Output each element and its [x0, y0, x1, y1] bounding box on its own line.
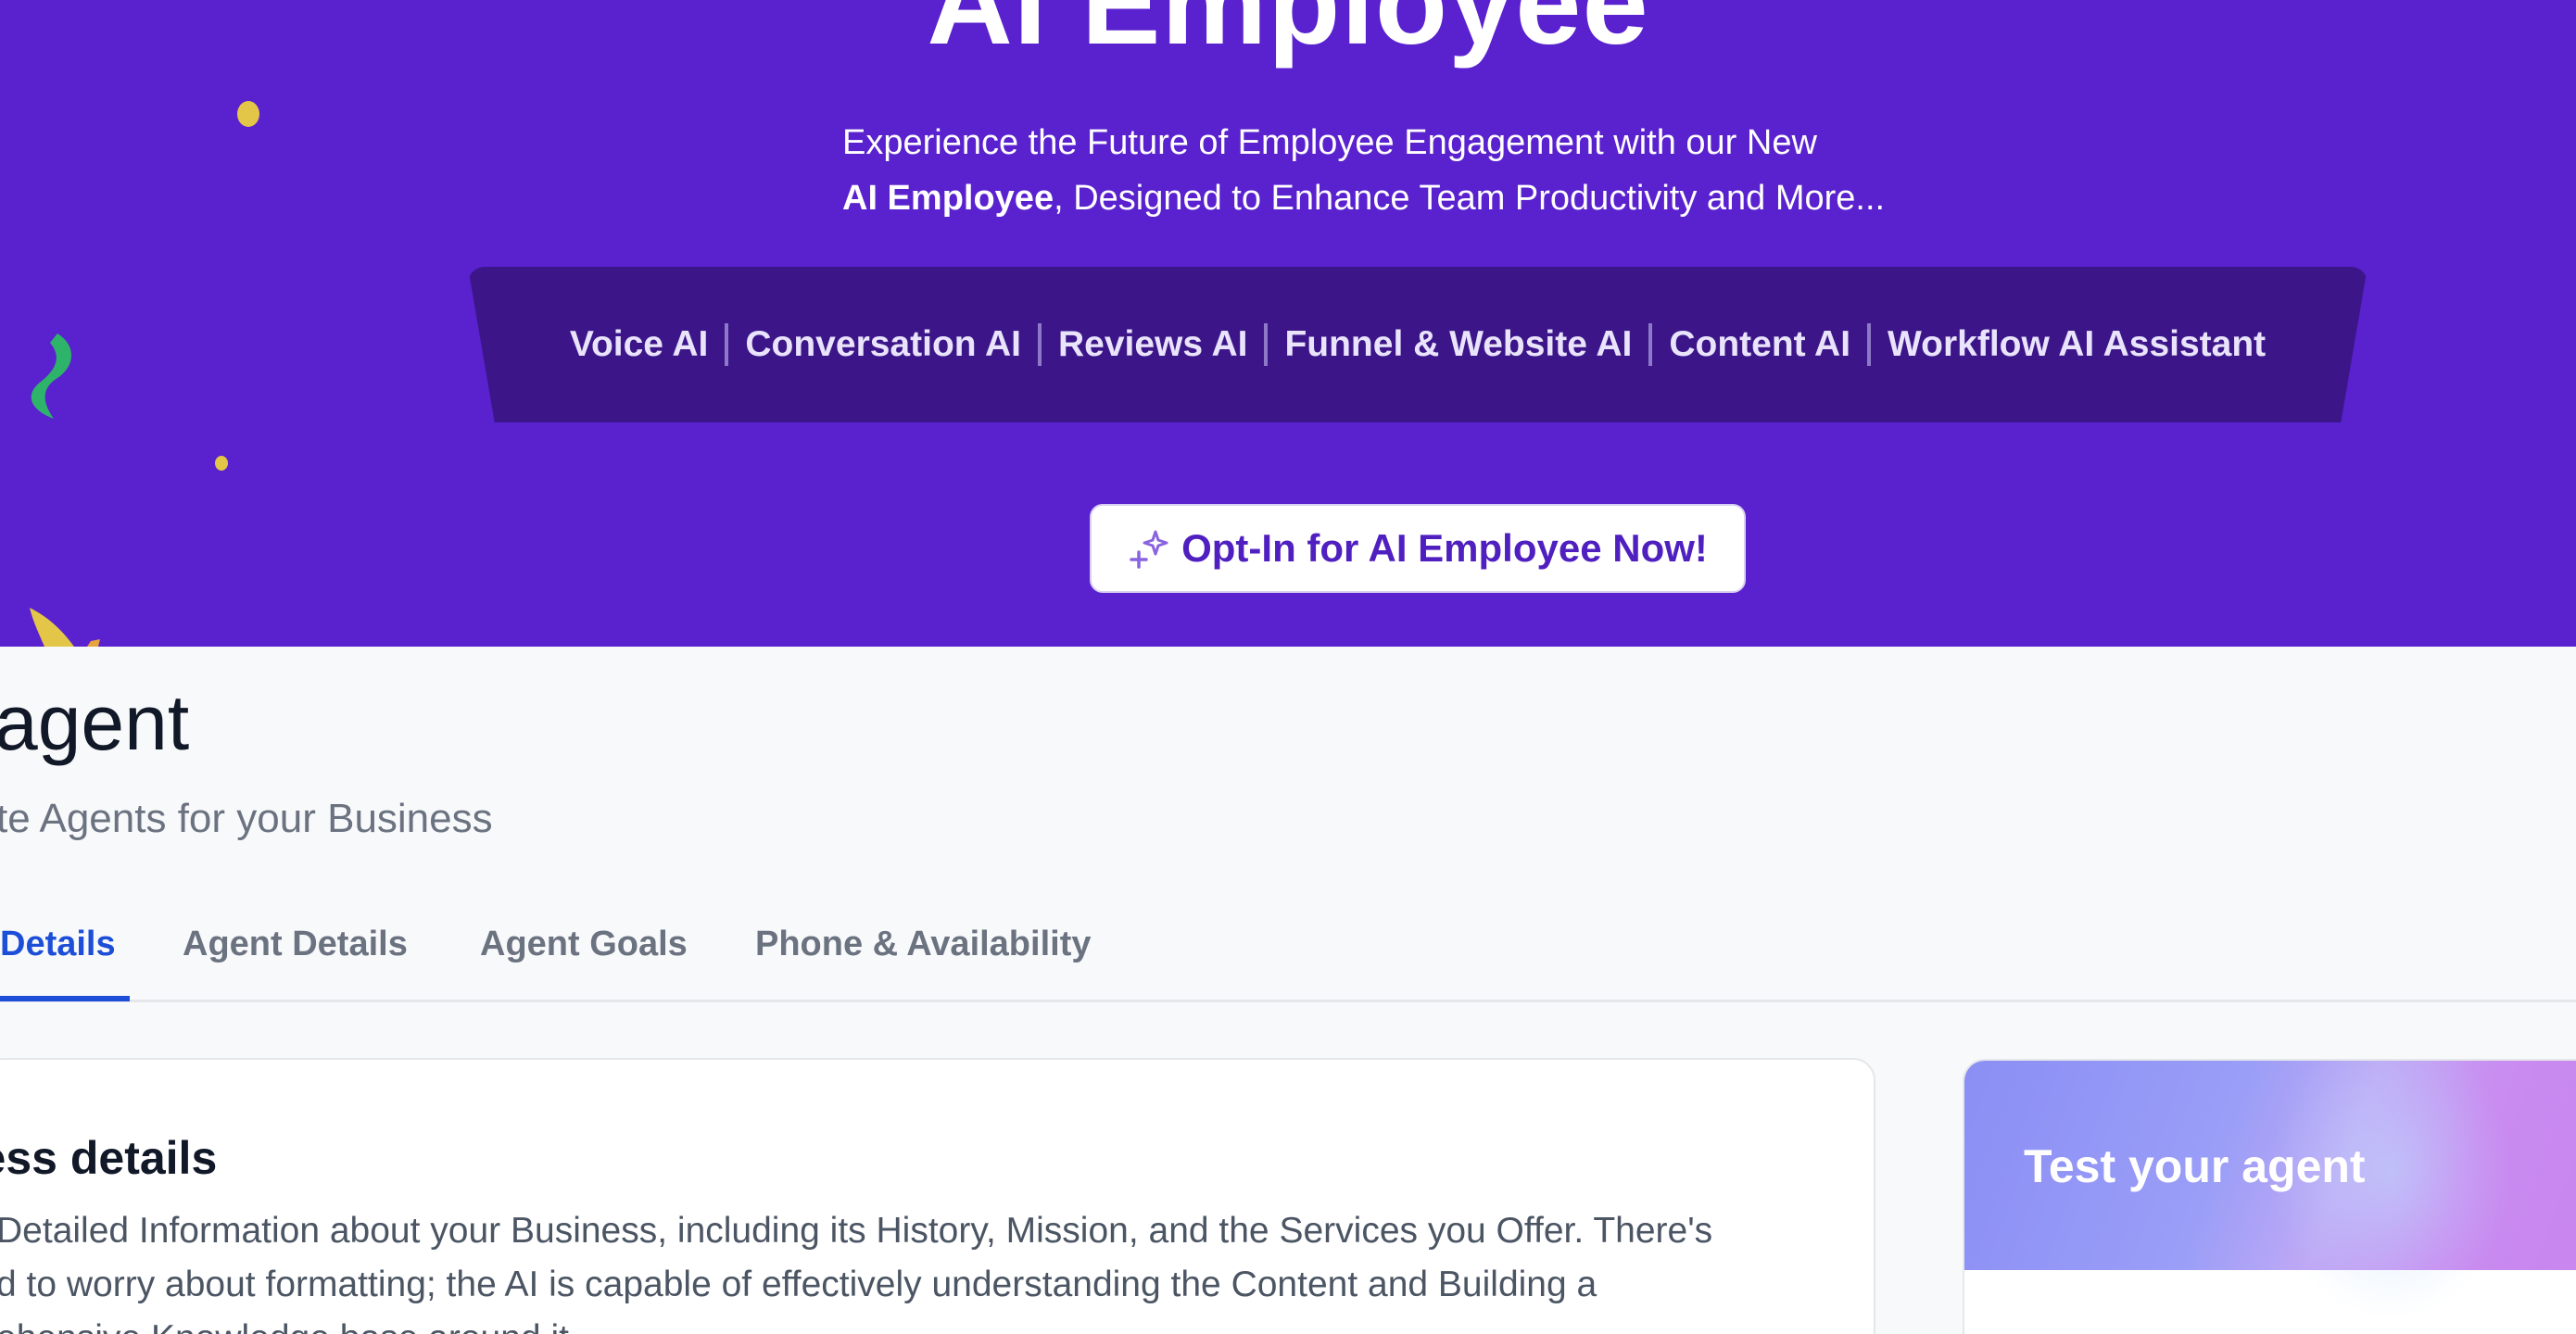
test-agent-card: Test your agent: [1963, 1059, 2576, 1334]
confetti-dot-icon: [215, 456, 228, 471]
description-line: ehensive Knowledge base around it.: [0, 1312, 1840, 1334]
tab-business-details[interactable]: Details: [0, 921, 116, 967]
feature-funnel-website-ai: Funnel & Website AI: [1284, 324, 1633, 364]
opt-in-button[interactable]: Opt-In for AI Employee Now!: [1090, 504, 1746, 593]
tab-phone-availability[interactable]: Phone & Availability: [755, 921, 1091, 967]
confetti-ribbon-icon: [31, 334, 72, 419]
hero-subtitle-rest: , Designed to Enhance Team Productivity …: [1054, 179, 1886, 218]
sparkle-icon: [1130, 530, 1168, 569]
hero-subtitle-bold: AI Employee: [842, 179, 1054, 218]
tab-agent-goals[interactable]: Agent Goals: [480, 921, 688, 967]
test-agent-title: Test your agent: [2024, 1140, 2366, 1192]
description-line: d to worry about formatting; the AI is c…: [0, 1265, 1597, 1304]
active-tab-indicator: [0, 996, 130, 1001]
feature-content-ai: Content AI: [1669, 324, 1851, 364]
feature-divider: [1264, 323, 1269, 366]
feature-reviews-ai: Reviews AI: [1057, 324, 1248, 364]
page-title: agent: [0, 679, 190, 766]
hero-subtitle: Experience the Future of Employee Engage…: [842, 115, 2140, 226]
feature-workflow-ai-assistant: Workflow AI Assistant: [1888, 324, 2267, 364]
tab-agent-details[interactable]: Agent Details: [183, 921, 408, 967]
business-details-description: Detailed Information about your Business…: [0, 1204, 1840, 1334]
tab-bar: Details Agent Details Agent Goals Phone …: [0, 908, 2576, 1002]
hero-title: AI Employee: [927, 0, 1649, 69]
business-details-title: ness details: [0, 1132, 218, 1184]
test-agent-card-header: Test your agent: [1964, 1061, 2576, 1320]
hero-subtitle-line: Experience the Future of Employee Engage…: [842, 123, 1817, 162]
feature-divider: [1037, 323, 1042, 366]
feature-divider: [1648, 323, 1653, 366]
opt-in-button-label: Opt-In for AI Employee Now!: [1181, 526, 1708, 570]
feature-list: Voice AI Conversation AI Reviews AI Funn…: [468, 267, 2368, 422]
hero-subtitle-line: AI Employee, Designed to Enhance Team Pr…: [842, 170, 2140, 226]
page-subtitle: te Agents for your Business: [0, 796, 493, 841]
feature-divider: [725, 323, 729, 366]
confetti-dot-icon: [237, 101, 259, 127]
feature-voice-ai: Voice AI: [569, 324, 709, 364]
feature-conversation-ai: Conversation AI: [745, 324, 1021, 364]
feature-divider: [1867, 323, 1872, 366]
confetti-ribbon-icon: [30, 608, 100, 647]
hero-banner: AI Employee Experience the Future of Emp…: [0, 0, 2576, 647]
description-line: Detailed Information about your Business…: [0, 1211, 1713, 1251]
